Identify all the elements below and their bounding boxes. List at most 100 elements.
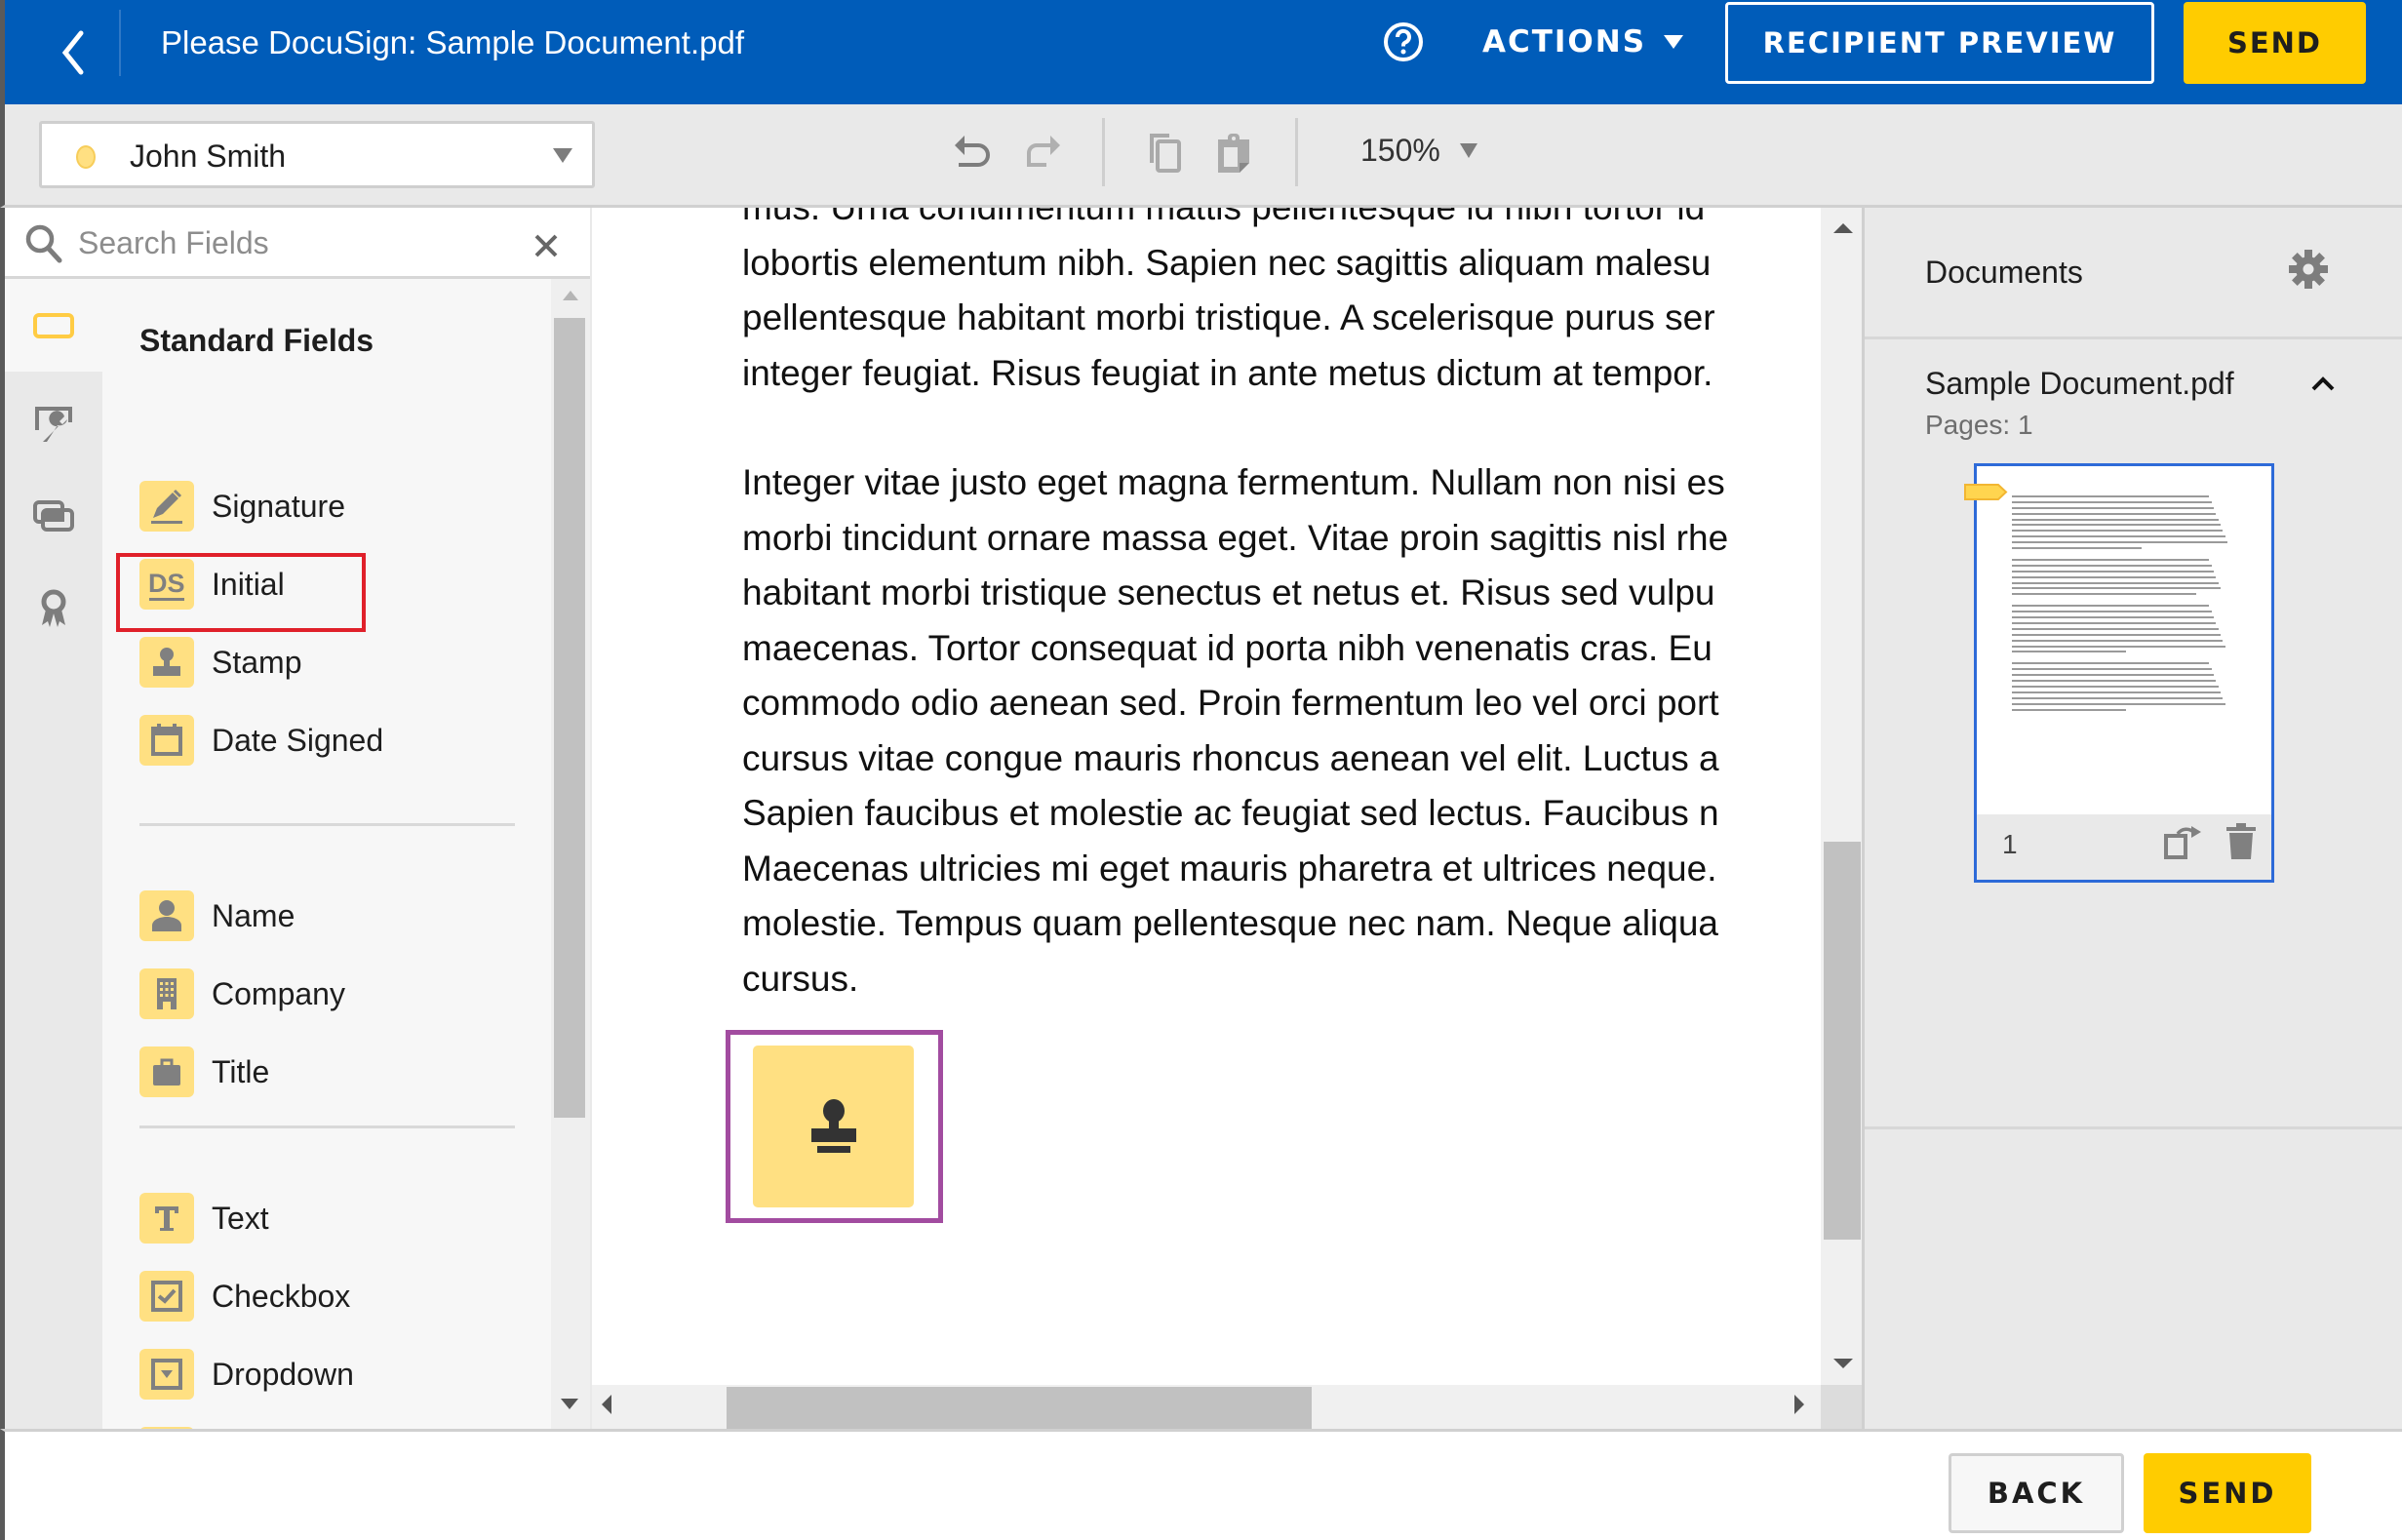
rail-custom-fields[interactable] <box>5 376 102 469</box>
back-button[interactable]: BACK <box>1949 1453 2124 1533</box>
send-button-footer[interactable]: SEND <box>2144 1453 2311 1533</box>
document-viewport[interactable]: mus. Urna condimentum mattis pellentesqu… <box>592 208 1821 1385</box>
document-canvas: mus. Urna condimentum mattis pellentesqu… <box>592 208 1865 1429</box>
delete-page-icon[interactable] <box>2225 822 2258 861</box>
thumbnail-line <box>2012 686 2219 689</box>
paste-icon[interactable] <box>1210 130 1259 178</box>
scroll-left-arrow-icon[interactable] <box>602 1395 611 1414</box>
document-name[interactable]: Sample Document.pdf <box>1925 366 2234 402</box>
rail-standard-fields[interactable] <box>5 279 102 372</box>
dropdown-icon <box>139 1349 194 1400</box>
recipient-preview-button[interactable]: RECIPIENT PREVIEW <box>1725 2 2154 84</box>
scroll-up-arrow-icon[interactable] <box>1833 223 1853 233</box>
recipient-select[interactable]: John Smith <box>39 121 595 188</box>
thumbnail-line <box>2012 611 2212 613</box>
document-title: Please DocuSign: Sample Document.pdf <box>161 24 744 60</box>
field-label: Company <box>212 975 345 1011</box>
standard-fields-icon <box>33 312 74 338</box>
search-fields-input[interactable] <box>78 219 507 266</box>
horizontal-scroll-thumb[interactable] <box>727 1387 1312 1429</box>
field-text[interactable]: Text <box>139 1191 452 1245</box>
thumbnail-line <box>2012 541 2227 544</box>
document-line: mus. Urna condimentum mattis pellentesqu… <box>742 208 1821 236</box>
field-stamp[interactable]: Stamp <box>139 635 452 690</box>
placed-stamp-field[interactable] <box>726 1030 943 1223</box>
initial-ds-icon: DS <box>139 559 194 610</box>
thumbnail-line <box>2012 645 2225 648</box>
rail-field-groups[interactable] <box>5 469 102 562</box>
thumbnail-line <box>2012 639 2224 642</box>
field-signature[interactable]: Signature <box>139 479 452 533</box>
document-vertical-scrollbar[interactable] <box>1821 208 1862 1385</box>
thumbnail-line <box>2012 559 2210 562</box>
thumbnail-line <box>2012 651 2127 653</box>
scroll-thumb[interactable] <box>554 318 585 1118</box>
thumbnail-line <box>2012 512 2217 515</box>
field-label: Initial <box>212 566 285 602</box>
thumbnail-line <box>2012 616 2214 619</box>
help-icon[interactable] <box>1382 20 1425 63</box>
documents-header: Documents <box>1865 208 2402 339</box>
page-thumbnail[interactable]: 1 <box>1964 463 2274 883</box>
field-title[interactable]: Title <box>139 1045 452 1099</box>
field-label: Text <box>212 1200 269 1236</box>
thumbnail-line <box>2012 524 2221 527</box>
document-paragraph: Integer vitae justo eget magna fermentum… <box>742 455 1821 1007</box>
redo-icon[interactable] <box>1017 130 1066 178</box>
thumbnail-line <box>2012 680 2217 683</box>
undo-icon[interactable] <box>949 130 998 178</box>
field-date-signed[interactable]: Date Signed <box>139 713 452 768</box>
recipient-field-tag-icon <box>1964 484 2008 500</box>
fields-scrollbar[interactable] <box>551 279 590 1429</box>
recipient-color-dot <box>76 145 96 169</box>
thumbnail-line <box>2012 627 2219 630</box>
field-dropdown[interactable]: Dropdown <box>139 1347 452 1402</box>
caret-down-icon <box>1459 142 1477 158</box>
field-groups-icon <box>33 499 74 532</box>
documents-title: Documents <box>1925 255 2083 290</box>
thumbnail-line <box>2012 535 2225 538</box>
page-count: Pages: 1 <box>1925 410 2033 440</box>
rail-certificates[interactable] <box>5 562 102 654</box>
document-line: lobortis elementum nibh. Sapien nec sagi… <box>742 242 1712 283</box>
document-line: pellentesque habitant morbi tristique. A… <box>742 297 1715 337</box>
field-initial[interactable]: DS Initial <box>139 557 452 612</box>
field-category-rail <box>5 279 102 1429</box>
section-title: Standard Fields <box>139 323 374 358</box>
scroll-right-arrow-icon[interactable] <box>1794 1395 1804 1414</box>
scroll-down-arrow-icon[interactable] <box>1833 1359 1853 1368</box>
document-horizontal-scrollbar[interactable] <box>592 1385 1821 1429</box>
back-chevron-icon[interactable] <box>54 23 93 82</box>
recipient-name: John Smith <box>130 138 287 174</box>
rotate-page-icon[interactable] <box>2164 824 2203 859</box>
field-company[interactable]: Company <box>139 967 452 1021</box>
chevron-up-icon[interactable] <box>2309 372 2337 395</box>
stamp-icon <box>810 1099 856 1153</box>
copy-icon[interactable] <box>1144 130 1193 178</box>
thumbnail-line <box>2012 708 2127 711</box>
document-body: mus. Urna condimentum mattis pellentesqu… <box>742 208 1821 1061</box>
field-label: Dropdown <box>212 1356 354 1392</box>
thumbnail-line <box>2012 575 2217 578</box>
zoom-select[interactable]: 150% <box>1360 126 1477 175</box>
vertical-scroll-thumb[interactable] <box>1824 842 1861 1240</box>
field-label: Name <box>212 897 295 933</box>
fields-panel: Standard Fields Signature DS Initial Sta… <box>0 208 590 1429</box>
field-name[interactable]: Name <box>139 888 452 943</box>
actions-menu-button[interactable]: ACTIONS <box>1482 21 1684 62</box>
scroll-up-arrow-icon[interactable] <box>563 291 578 300</box>
thumbnail-line <box>2012 633 2221 636</box>
thumbnail-line <box>2012 691 2221 693</box>
field-label: Date Signed <box>212 722 384 758</box>
clear-search-icon[interactable] <box>532 232 560 259</box>
document-line: morbi tincidunt ornare massa eget. Vitae… <box>742 517 1729 558</box>
header-divider <box>119 10 121 76</box>
document-line: commodo odio aenean sed. Proin fermentum… <box>742 683 1719 723</box>
field-checkbox[interactable]: Checkbox <box>139 1269 452 1323</box>
thumbnail-line <box>2012 702 2225 705</box>
send-button-header[interactable]: SEND <box>2184 2 2366 84</box>
scroll-down-arrow-icon[interactable] <box>561 1399 578 1409</box>
gear-icon[interactable] <box>2288 249 2329 290</box>
group-divider <box>139 823 515 826</box>
document-line: maecenas. Tortor consequat id porta nibh… <box>742 627 1713 668</box>
